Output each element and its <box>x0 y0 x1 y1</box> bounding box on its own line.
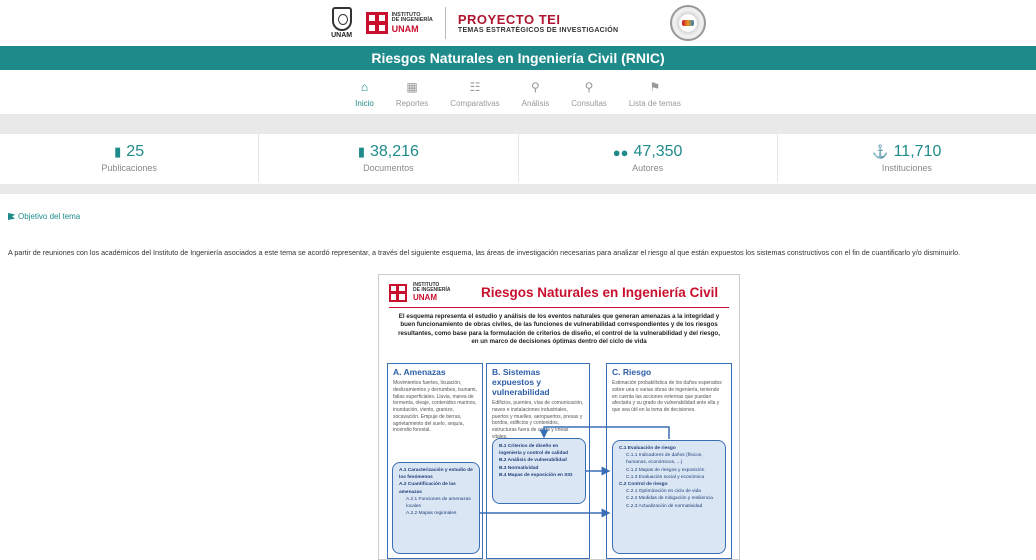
ii-logo-icon <box>365 12 388 34</box>
site-header: UNAM INSTITUTO DE INGENIERÍA UNAM PROYEC… <box>0 0 1036 46</box>
nav-lista-de-temas[interactable]: ⚑ Lista de temas <box>629 80 681 108</box>
stat-autores[interactable]: ●● 47,350 Autores <box>519 134 778 182</box>
unam-logo-text: UNAM <box>331 32 353 39</box>
book-icon: ▮ <box>114 144 122 159</box>
stat-instituciones[interactable]: ⚓ 11,710 Instituciones <box>778 134 1036 182</box>
arrow-riesgo-to-vulnerabilidad <box>539 426 670 439</box>
document-icon: ▮ <box>357 144 365 159</box>
stat-publicaciones[interactable]: ▮ 25 Publicaciones <box>0 134 260 182</box>
topic-diagram[interactable]: INSTITUTO DE INGENIERÍA UNAM Riesgos Nat… <box>378 274 740 560</box>
diagram-arrows <box>479 426 670 518</box>
users-icon: ●● <box>612 144 629 160</box>
divider-band-2 <box>0 184 1036 194</box>
network-icon: ☷ <box>469 80 481 94</box>
table-icon: ▦ <box>406 80 418 94</box>
ii-logo-text: INSTITUTO DE INGENIERÍA UNAM <box>391 11 433 34</box>
flag-icon: ⚑ <box>649 80 661 94</box>
stats-bar: ▮ 25 Publicaciones ▮ 38,216 Documentos ●● 4… <box>0 134 1036 182</box>
project-title: PROYECTO TEI <box>457 12 561 27</box>
project-brand[interactable]: PROYECTO TEI TEMAS ESTRATÉGICOS DE INVES… <box>458 12 619 34</box>
flag-icon <box>8 213 15 220</box>
nav-analisis[interactable]: ⚲ Análisis <box>522 80 550 108</box>
unam-crest-icon <box>331 7 352 31</box>
topic-description: A partir de reuniones con los académicos… <box>8 248 961 257</box>
tei-seal-icon <box>670 5 707 41</box>
unam-logo[interactable]: UNAM <box>330 5 354 41</box>
nav-comparativas[interactable]: ☷ Comparativas <box>450 80 499 108</box>
instituto-ingenieria-logo[interactable]: INSTITUTO DE INGENIERÍA UNAM <box>365 7 446 39</box>
nav-inicio[interactable]: ⌂ Inicio <box>355 80 374 108</box>
lightbulb-icon: ⚲ <box>531 80 540 94</box>
stat-documentos[interactable]: ▮ 38,216 Documentos <box>259 134 519 182</box>
divider-band <box>0 114 1036 134</box>
nav-reportes[interactable]: ▦ Reportes <box>396 80 428 108</box>
search-icon: ⚲ <box>584 80 594 94</box>
objetivo-link[interactable]: Objetivo del tema <box>8 212 80 221</box>
nav-consultas[interactable]: ⚲ Consultas <box>571 80 607 108</box>
project-subtitle: TEMAS ESTRATÉGICOS DE INVESTIGACIÓN <box>457 27 619 34</box>
page-title: Riesgos Naturales en Ingeniería Civil (R… <box>0 46 1036 70</box>
home-icon: ⌂ <box>360 80 369 94</box>
objetivo-label: Objetivo del tema <box>18 212 81 221</box>
institution-icon: ⚓ <box>872 144 889 159</box>
main-nav: ⌂ Inicio ▦ Reportes ☷ Comparativas ⚲ Aná… <box>0 70 1036 112</box>
